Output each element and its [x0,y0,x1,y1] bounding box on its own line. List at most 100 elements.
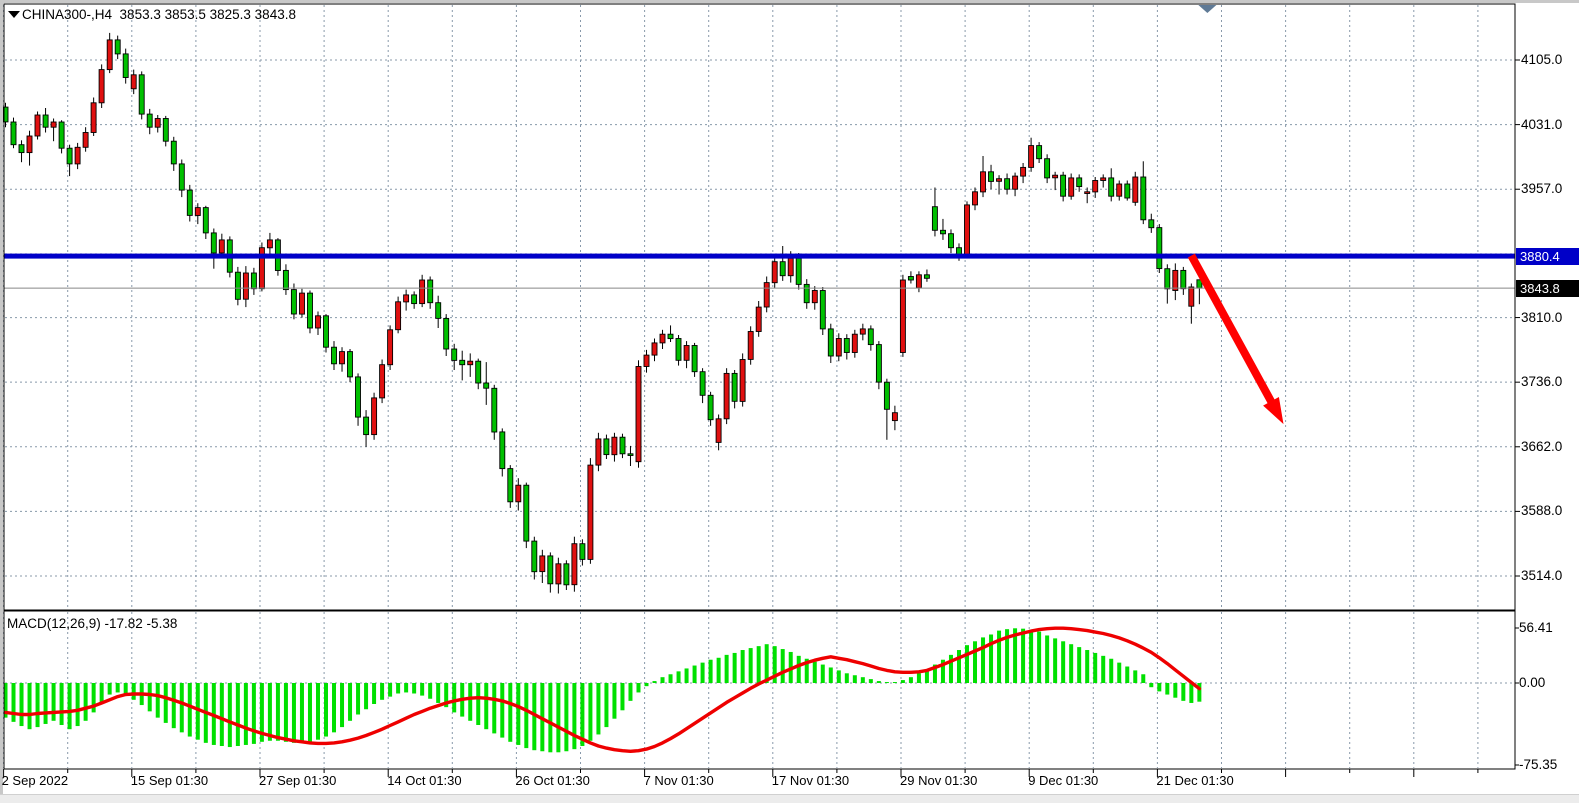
macd-histogram-bar [388,683,392,697]
candle-body [388,330,393,365]
candle-body [924,275,929,279]
candle-body [748,332,753,360]
macd-histogram-bar [484,683,488,729]
macd-histogram-bar [909,677,913,683]
candle-body [291,290,296,314]
candle-body [324,316,329,347]
macd-histogram-bar [420,683,424,696]
candle-body [692,346,697,372]
candle-body [187,190,192,215]
candle-body [179,164,184,190]
macd-histogram-bar [116,683,120,692]
candle-body [428,280,433,303]
macd-histogram-bar [60,683,64,725]
macd-histogram-bar [332,683,336,732]
macd-histogram-bar [628,683,632,701]
macd-histogram-bar [1061,641,1065,683]
candle-body [716,419,721,443]
macd-axis-label: -75.35 [1519,757,1557,772]
macd-histogram-bar [1165,683,1169,695]
macd-histogram-bar [821,665,825,683]
candle-body [203,208,208,233]
macd-histogram-bar [604,683,608,727]
price-axis-label: 4031.0 [1521,117,1562,132]
candle-body [708,395,713,419]
candle-body [356,377,361,417]
candle-body [1101,178,1106,181]
price-axis-label: 3957.0 [1521,181,1562,196]
candle-body [235,272,240,299]
macd-histogram-bar [893,682,897,683]
candle-body [908,277,913,281]
macd-histogram-bar [580,683,584,746]
candle-body [27,136,32,153]
candle-body [884,382,889,409]
candle-body [115,40,120,54]
candle-body [1141,177,1146,220]
candle-body [1093,181,1098,192]
macd-histogram-bar [885,682,889,683]
macd-histogram-bar [957,650,961,683]
macd-signal-line [6,628,1200,751]
candle-body [860,329,865,334]
chart-canvas[interactable] [0,0,1579,803]
macd-histogram-bar [685,668,689,683]
candle-body [1069,178,1074,196]
trend-arrow-head[interactable] [1263,397,1283,424]
candle-body [35,115,40,136]
macd-histogram-bar [36,683,40,727]
candle-body [876,345,881,383]
macd-histogram-bar [1149,683,1153,687]
candle-body [700,372,705,396]
candle-body [476,361,481,383]
candle-body [668,334,673,338]
macd-histogram-bar [1117,663,1121,683]
horizontal-line-3880[interactable] [4,254,1515,259]
candle-body [1029,146,1034,168]
macd-histogram-bar [396,683,400,694]
macd-histogram-bar [981,637,985,683]
time-axis-label: 21 Dec 01:30 [1156,773,1233,788]
macd-histogram-bar [84,683,88,721]
candle-body [1053,175,1058,178]
bar-marker-triangle-icon [1198,5,1216,13]
candle-body [59,122,64,148]
candle-body [1189,287,1194,306]
macd-histogram-bar [1125,667,1129,683]
candle-body [75,147,80,164]
macd-histogram-bar [1053,638,1057,683]
candle-body [243,273,248,299]
candle-body [764,283,769,307]
candle-body [572,544,577,585]
macd-histogram-bar [1141,674,1145,683]
candle-body [468,361,473,365]
macd-histogram-bar [492,683,496,733]
macd-histogram-bar [1173,683,1177,698]
candle-body [404,295,409,302]
trend-arrow-shaft[interactable] [1191,256,1274,407]
candle-body [380,365,385,398]
macd-histogram-bar [1085,650,1089,683]
macd-histogram-bar [76,683,80,726]
macd-histogram-bar [901,680,905,683]
macd-histogram-bar [965,645,969,683]
macd-histogram-bar [20,683,24,726]
macd-histogram-bar [364,683,368,709]
candle-body [1005,179,1010,190]
macd-histogram-bar [1045,635,1049,683]
candle-body [892,413,897,421]
macd-histogram-bar [653,681,657,683]
symbol-dropdown-triangle-icon[interactable] [8,11,20,18]
macd-histogram-bar [412,683,416,694]
macd-histogram-bar [1077,647,1081,683]
macd-histogram-bar [476,683,480,725]
candle-body [596,439,601,465]
candle-body [828,329,833,356]
macd-histogram-bar [1021,629,1025,683]
candle-body [1077,178,1082,187]
macd-histogram-bar [268,683,272,741]
macd-histogram-bar [845,673,849,683]
macd-histogram-bar [1133,670,1137,683]
candle-body [1165,269,1170,289]
macd-histogram-bar [869,679,873,683]
